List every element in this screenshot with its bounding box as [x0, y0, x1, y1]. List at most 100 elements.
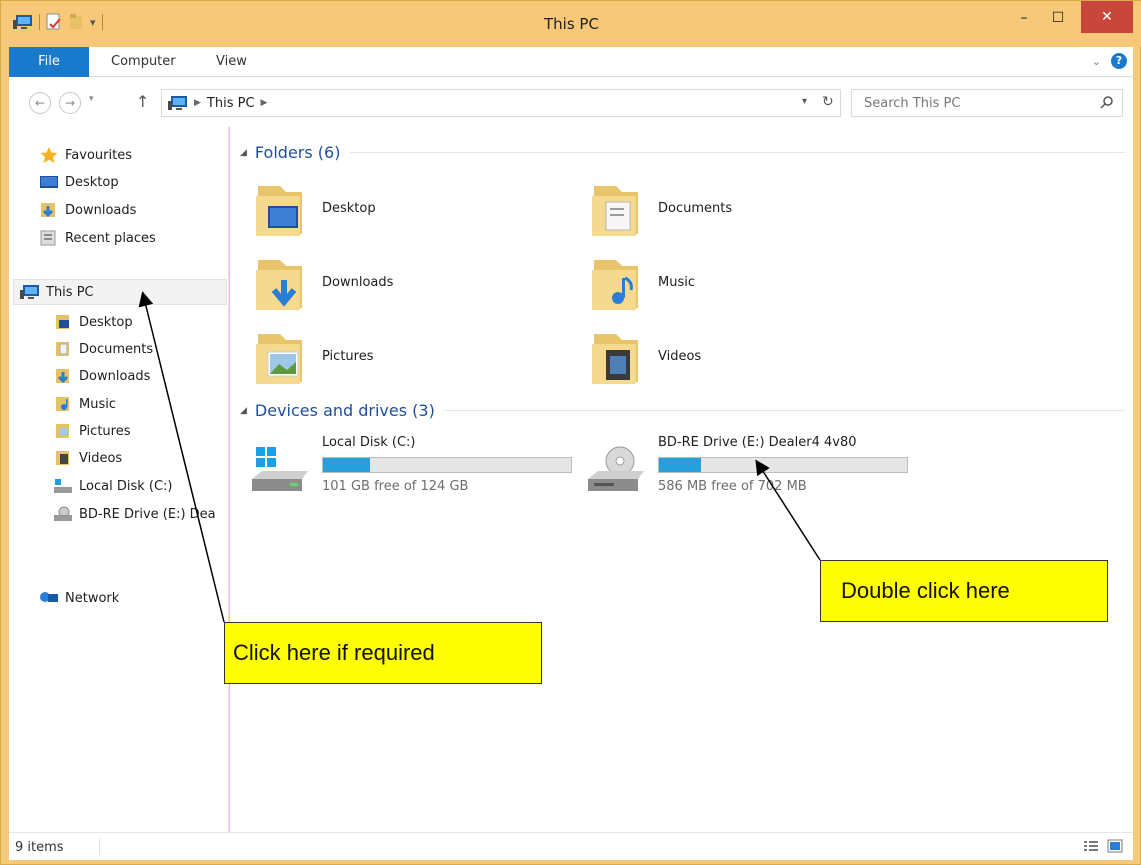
drive-usage-bar — [658, 457, 908, 473]
folder-icon — [56, 342, 69, 356]
folder-label: Desktop — [322, 200, 376, 216]
nav-pc-bd-drive[interactable]: BD-RE Drive (E:) Dea — [53, 501, 216, 527]
folder-music[interactable]: Music — [590, 251, 890, 313]
nav-label: Documents — [79, 341, 154, 357]
folder-icon — [56, 397, 69, 411]
nav-label: Local Disk (C:) — [79, 478, 173, 494]
folder-label: Downloads — [322, 274, 394, 290]
folders-group-header[interactable]: ◢ Folders (6) — [240, 143, 1125, 162]
videos-folder-icon — [592, 334, 638, 384]
view-switcher — [1083, 839, 1123, 853]
large-icons-view-icon[interactable] — [1107, 839, 1123, 853]
callout-double-click-here: Double click here — [820, 560, 1108, 622]
collapse-icon[interactable]: ◢ — [240, 148, 247, 158]
nav-fav-recent-places[interactable]: Recent places — [39, 225, 156, 251]
nav-label: Favourites — [65, 147, 132, 163]
drive-bd-re[interactable]: BD-RE Drive (E:) Dealer4 4v80 586 MB fre… — [586, 435, 916, 505]
optical-drive-icon — [588, 446, 644, 491]
nav-label: Downloads — [79, 368, 151, 384]
network-icon — [40, 592, 58, 602]
star-icon — [40, 147, 58, 163]
status-bar: 9 items — [9, 832, 1133, 860]
folder-icon — [56, 424, 69, 438]
recent-places-icon — [40, 230, 56, 246]
local-disk-icon — [54, 479, 72, 493]
folder-icon — [56, 369, 69, 384]
drive-usage-fill — [659, 458, 702, 472]
folder-icon — [56, 451, 69, 465]
search-icon[interactable] — [1100, 95, 1114, 109]
minimize-button[interactable]: – — [1007, 1, 1041, 35]
nav-label: Network — [65, 590, 120, 606]
tab-file[interactable]: File — [9, 47, 89, 77]
search-input[interactable] — [852, 90, 1092, 116]
breadcrumb-arrow-icon[interactable]: ▶ — [194, 98, 201, 108]
nav-pc-documents[interactable]: Documents — [53, 336, 153, 362]
this-pc-icon — [168, 96, 187, 110]
music-folder-icon — [592, 260, 638, 310]
nav-this-pc[interactable]: This PC — [13, 279, 227, 305]
details-view-icon[interactable] — [1083, 839, 1099, 853]
nav-favourites[interactable]: Favourites — [39, 142, 132, 168]
folder-label: Music — [658, 274, 695, 290]
navigation-pane: Favourites Desktop Downloads Recent plac… — [9, 127, 229, 832]
collapse-icon[interactable]: ◢ — [240, 406, 247, 416]
chevron-down-icon[interactable]: ⌄ — [1092, 55, 1101, 68]
folder-documents[interactable]: Documents — [590, 177, 890, 239]
local-disk-icon — [252, 447, 308, 491]
nav-label: This PC — [46, 284, 94, 300]
breadcrumb-this-pc[interactable]: This PC — [207, 96, 255, 111]
status-divider — [99, 839, 100, 855]
forward-button[interactable]: → — [59, 92, 81, 114]
refresh-icon[interactable]: ↻ — [822, 94, 834, 110]
folder-pictures[interactable]: Pictures — [254, 325, 554, 387]
pictures-folder-icon — [256, 334, 302, 384]
nav-label: Downloads — [65, 202, 137, 218]
breadcrumb-arrow-icon[interactable]: ▶ — [261, 98, 268, 108]
group-divider — [444, 410, 1125, 411]
title-bar: ▾ This PC – ☐ ✕ — [1, 1, 1141, 47]
address-bar[interactable]: ▶ This PC ▶ ▾ ↻ — [161, 89, 841, 117]
explorer-window: ▾ This PC – ☐ ✕ File Computer View ⌄ ? ←… — [0, 0, 1141, 865]
nav-pc-local-disk[interactable]: Local Disk (C:) — [53, 473, 172, 499]
nav-fav-downloads[interactable]: Downloads — [39, 197, 136, 223]
drive-free-space: 586 MB free of 702 MB — [658, 479, 807, 494]
help-icon[interactable]: ? — [1111, 53, 1127, 69]
nav-pc-pictures[interactable]: Pictures — [53, 418, 130, 444]
address-dropdown-icon[interactable]: ▾ — [802, 96, 807, 107]
drive-local-disk[interactable]: Local Disk (C:) 101 GB free of 124 GB — [250, 435, 580, 505]
folder-videos[interactable]: Videos — [590, 325, 890, 387]
folder-downloads[interactable]: Downloads — [254, 251, 554, 313]
item-count: 9 items — [15, 840, 64, 855]
optical-drive-icon — [54, 506, 72, 521]
devices-group-header[interactable]: ◢ Devices and drives (3) — [240, 401, 1125, 420]
nav-pc-desktop[interactable]: Desktop — [53, 309, 133, 335]
group-title: Devices and drives (3) — [254, 401, 435, 420]
maximize-button[interactable]: ☐ — [1041, 1, 1075, 35]
close-button[interactable]: ✕ — [1081, 1, 1133, 33]
tab-view[interactable]: View — [216, 47, 247, 77]
content-pane: ◢ Folders (6) Desktop Documents Download… — [230, 127, 1133, 832]
recent-locations-button[interactable]: ▾ — [89, 94, 94, 104]
nav-network[interactable]: Network — [39, 585, 119, 611]
nav-label: BD-RE Drive (E:) Dea — [79, 506, 216, 522]
search-box[interactable] — [851, 89, 1123, 117]
tab-computer[interactable]: Computer — [111, 47, 176, 77]
drive-usage-bar — [322, 457, 572, 473]
nav-label: Music — [79, 396, 116, 412]
nav-label: Pictures — [79, 423, 131, 439]
back-button[interactable]: ← — [29, 92, 51, 114]
ribbon-tabs: File Computer View ⌄ ? — [9, 47, 1133, 77]
group-title: Folders (6) — [254, 143, 341, 162]
up-button[interactable]: ↑ — [136, 92, 149, 111]
drive-usage-fill — [323, 458, 371, 472]
nav-pc-downloads[interactable]: Downloads — [53, 363, 150, 389]
this-pc-icon — [20, 285, 39, 299]
folder-icon — [56, 315, 69, 329]
nav-label: Desktop — [79, 314, 133, 330]
nav-pc-music[interactable]: Music — [53, 391, 116, 417]
nav-pc-videos[interactable]: Videos — [53, 445, 122, 471]
nav-fav-desktop[interactable]: Desktop — [39, 169, 119, 195]
folder-desktop[interactable]: Desktop — [254, 177, 554, 239]
downloads-icon — [41, 203, 55, 218]
